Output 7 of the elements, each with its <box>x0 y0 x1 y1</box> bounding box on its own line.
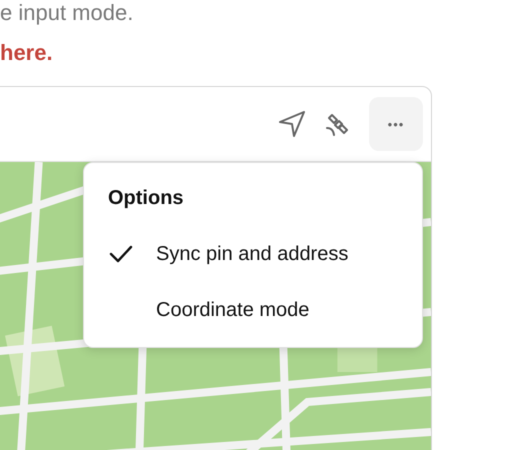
menu-title: Options <box>108 187 185 210</box>
here-link[interactable]: here. <box>0 40 53 66</box>
menu-item[interactable]: Sync pin and address <box>108 226 408 282</box>
menu-item[interactable]: Coordinate mode <box>108 282 408 338</box>
instruction-text: e input mode. <box>0 0 134 26</box>
location-arrow-icon[interactable] <box>277 109 307 139</box>
more-button[interactable]: ••• <box>369 97 423 151</box>
